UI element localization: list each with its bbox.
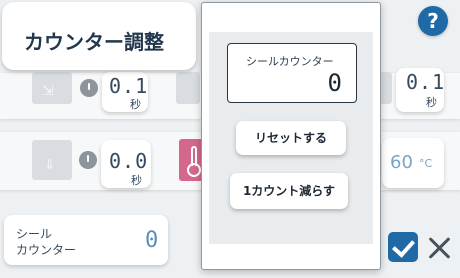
temperature-unit: °C [419,157,433,170]
timer-card-1[interactable]: 0.1 秒 [102,72,148,112]
timer-value-right: 0.1 [406,70,446,94]
timer-icon [80,79,98,97]
timer-card-2[interactable]: 0.0 秒 [101,140,151,188]
timer-unit-1: 秒 [130,98,141,111]
popup-counter-display: シールカウンター 0 [227,43,357,103]
decrement-button-label: 1カウント減らす [242,184,336,198]
title-card: カウンター調整 [2,2,196,70]
help-icon: ? [427,9,439,33]
help-button[interactable]: ? [418,6,448,36]
timer-unit-2: 秒 [131,174,142,187]
move-tile-2: ⇓ [32,140,72,180]
popup-counter-label: シールカウンター [246,55,334,68]
timer-unit-right: 秒 [426,96,437,109]
reset-button-label: リセットする [254,131,327,145]
seal-counter-value: 0 [145,228,159,253]
arrows-down-icon: ⇓ [44,157,56,173]
timer-card-right[interactable]: 0.1 秒 [396,68,444,112]
seal-counter-label-line1: シール [16,227,53,241]
page-title: カウンター調整 [24,30,164,54]
confirm-button[interactable] [388,232,418,262]
arrows-in-icon: ⇲ [42,83,54,99]
timer-value-1: 0.1 [109,74,149,98]
timer-icon [79,151,97,169]
reset-button[interactable]: リセットする [236,121,346,155]
close-button[interactable] [424,232,456,264]
seal-counter-label-line2: カウンター [16,243,77,257]
seal-counter-label: シール カウンター [16,226,76,258]
move-tile-1: ⇲ [32,72,72,104]
popup-counter-value: 0 [327,69,342,97]
temperature-value: 60 [390,152,413,173]
seal-counter-popup: シールカウンター 0 リセットする 1カウント減らす [201,2,381,270]
timer-value-2: 0.0 [109,149,149,173]
move-tile-1b [176,72,200,104]
decrement-button[interactable]: 1カウント減らす [230,173,348,209]
thermometer-bulb [187,163,201,177]
